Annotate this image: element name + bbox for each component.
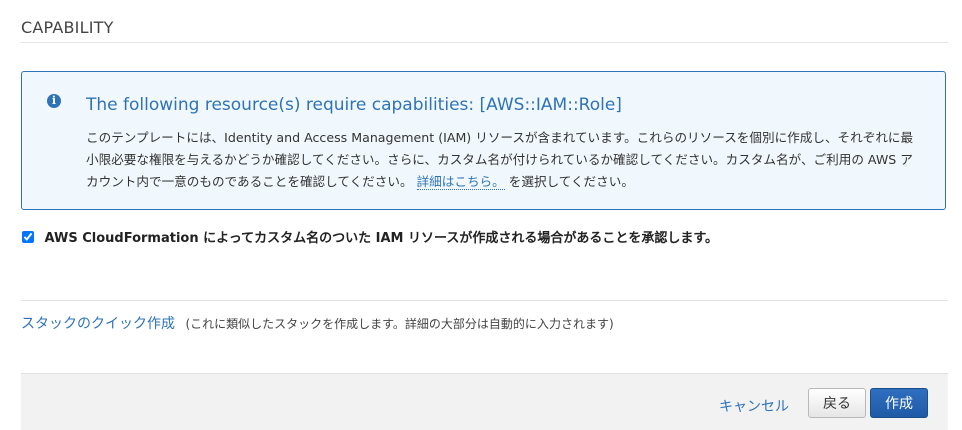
create-button[interactable]: 作成	[870, 388, 928, 418]
quick-create-note: (これに類似したスタックを作成します。詳細の大部分は自動的に入力されます)	[185, 317, 614, 331]
section-divider	[21, 42, 948, 43]
quick-create-link[interactable]: スタックのクイック作成	[21, 316, 175, 332]
acknowledge-checkbox[interactable]	[22, 231, 34, 243]
info-icon: i	[47, 94, 61, 108]
info-body: このテンプレートには、Identity and Access Managemen…	[86, 127, 916, 193]
back-button[interactable]: 戻る	[808, 388, 866, 418]
quick-create-row: スタックのクイック作成 (これに類似したスタックを作成します。詳細の大部分は自動…	[21, 313, 614, 333]
acknowledge-row: AWS CloudFormation によってカスタム名のついた IAM リソー…	[22, 227, 718, 246]
cancel-button[interactable]: キャンセル	[719, 396, 789, 416]
learn-more-link[interactable]: 詳細はこちら。	[416, 174, 505, 190]
info-title: The following resource(s) require capabi…	[86, 95, 622, 115]
section-title: CAPABILITY	[21, 18, 114, 37]
info-body-suffix: を選択してください。	[508, 174, 634, 189]
capability-info-box: i The following resource(s) require capa…	[21, 71, 946, 210]
acknowledge-label: AWS CloudFormation によってカスタム名のついた IAM リソー…	[44, 231, 719, 246]
quick-create-divider	[21, 300, 948, 301]
footer-bar: キャンセル 戻る 作成	[21, 373, 948, 430]
